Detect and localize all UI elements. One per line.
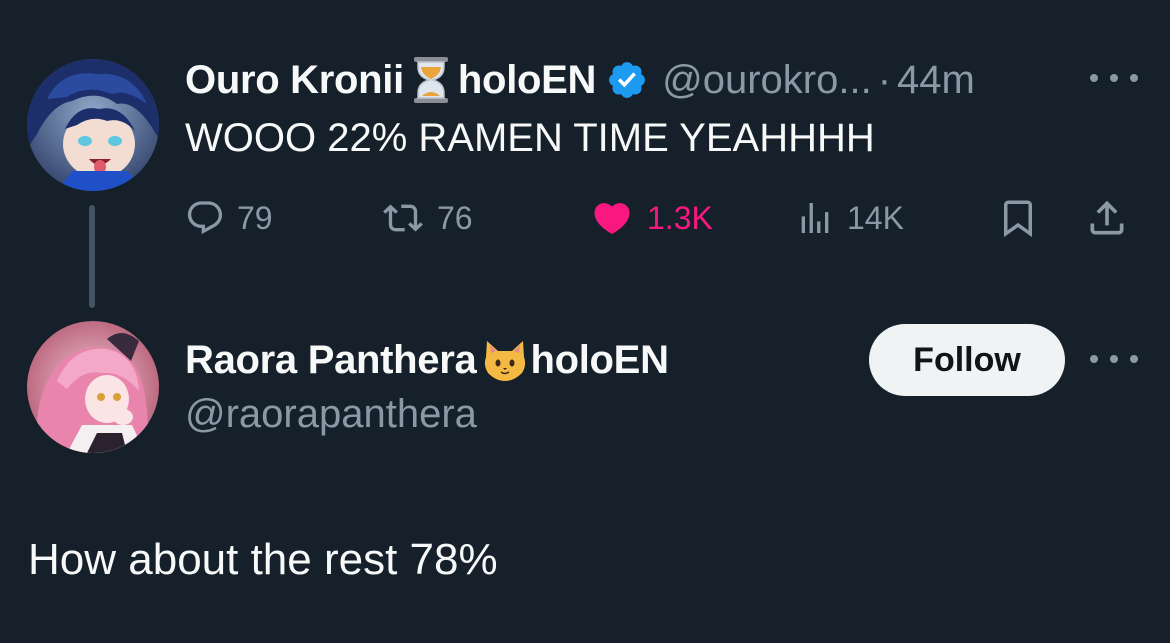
display-name[interactable]: Raora Panthera [185,338,477,383]
more-dot-icon [1090,355,1098,363]
more-options-button[interactable] [1090,349,1138,369]
repost-icon [383,204,423,232]
bookmark-icon [1004,200,1032,238]
reply-author-header: Raora Panthera holoEN [185,332,669,388]
tweet-text: WOOO 22% RAMEN TIME YEAHHHH [185,116,875,160]
display-name-suffix: holoEN [457,57,597,102]
reply-button[interactable]: 79 [185,190,273,246]
avatar-raora-panthera[interactable] [27,321,159,453]
tweet-header: Ouro Kronii holoEN @ourokro... · 44m [185,52,975,108]
bookmark-button[interactable] [997,190,1039,246]
heart-filled-icon [594,203,630,235]
like-count: 1.3K [647,199,713,236]
more-dot-icon [1130,74,1138,82]
more-dot-icon [1090,74,1098,82]
more-dot-icon [1110,355,1118,363]
user-handle[interactable]: @raorapanthera [185,392,477,437]
views-bar-chart-icon [801,203,829,233]
views-count: 14K [847,199,904,236]
share-button[interactable] [1085,190,1129,246]
share-icon [1090,200,1124,235]
reply-count: 79 [237,199,273,236]
display-name-suffix: holoEN [530,337,669,382]
tweet-timestamp[interactable]: 44m [897,58,975,103]
reply-text: How about the rest 78% [28,535,498,584]
user-handle[interactable]: @ourokro... [662,58,872,103]
verified-badge-icon[interactable] [606,59,648,101]
reply-icon [187,201,223,235]
tweet-action-bar: 79 76 1.3K 14K [185,190,1135,246]
more-dot-icon [1130,355,1138,363]
cat-face-icon [482,335,526,385]
views-button[interactable]: 14K [795,190,904,246]
avatar-image [27,321,159,453]
thread-connector-line [89,205,95,308]
display-name[interactable]: Ouro Kronii [185,58,404,103]
avatar-ouro-kronii[interactable] [27,59,159,191]
more-dot-icon [1110,74,1118,82]
repost-count: 76 [437,199,473,236]
like-button[interactable]: 1.3K [589,190,713,246]
separator-dot: · [877,57,892,102]
repost-button[interactable]: 76 [381,190,473,246]
more-options-button[interactable] [1090,68,1138,88]
hourglass-icon [410,55,452,105]
avatar-image [27,59,159,191]
follow-button[interactable]: Follow [869,324,1065,396]
